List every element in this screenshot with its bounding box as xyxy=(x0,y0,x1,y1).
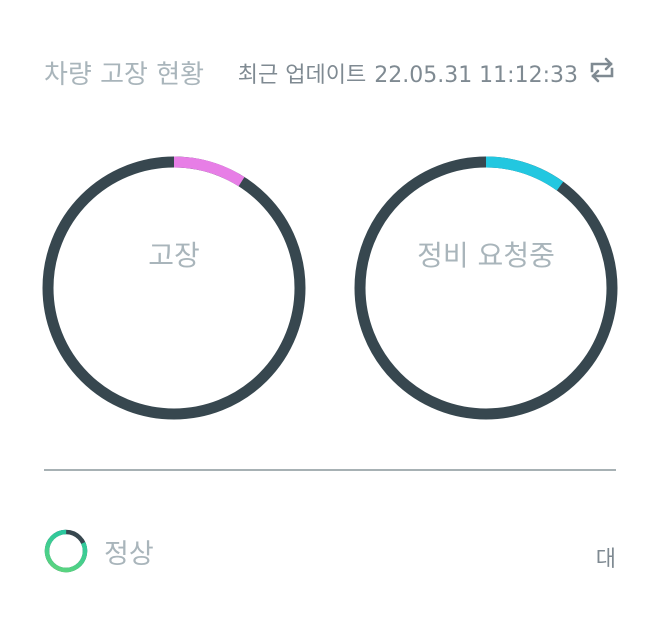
refresh-icon[interactable] xyxy=(588,56,616,84)
maintenance-track xyxy=(354,156,618,420)
maintenance-ring xyxy=(354,156,618,420)
page-title: 차량 고장 현황 xyxy=(44,60,205,90)
breakdown-ring xyxy=(42,156,306,420)
breakdown-track xyxy=(42,156,306,420)
breakdown-label: 고장 xyxy=(148,239,200,272)
last-update-label: 최근 업데이트 xyxy=(237,63,367,88)
normal-ring-icon xyxy=(44,529,88,573)
divider xyxy=(44,469,616,471)
maintenance-label: 정비 요청중 xyxy=(417,239,555,272)
last-update-time: 22.05.31 11:12:33 xyxy=(374,63,578,88)
normal-progress xyxy=(44,529,88,573)
last-update: 최근 업데이트 22.05.31 11:12:33 xyxy=(238,57,578,89)
header: 차량 고장 현황 최근 업데이트 22.05.31 11:12:33 xyxy=(44,50,616,92)
status-row-normal: 정상 대 xyxy=(44,527,616,575)
normal-label: 정상 xyxy=(104,539,154,570)
maintenance-gauge: 정비 요청중 xyxy=(354,156,618,420)
normal-count: 대 xyxy=(595,547,616,572)
breakdown-gauge: 고장 xyxy=(42,156,306,420)
